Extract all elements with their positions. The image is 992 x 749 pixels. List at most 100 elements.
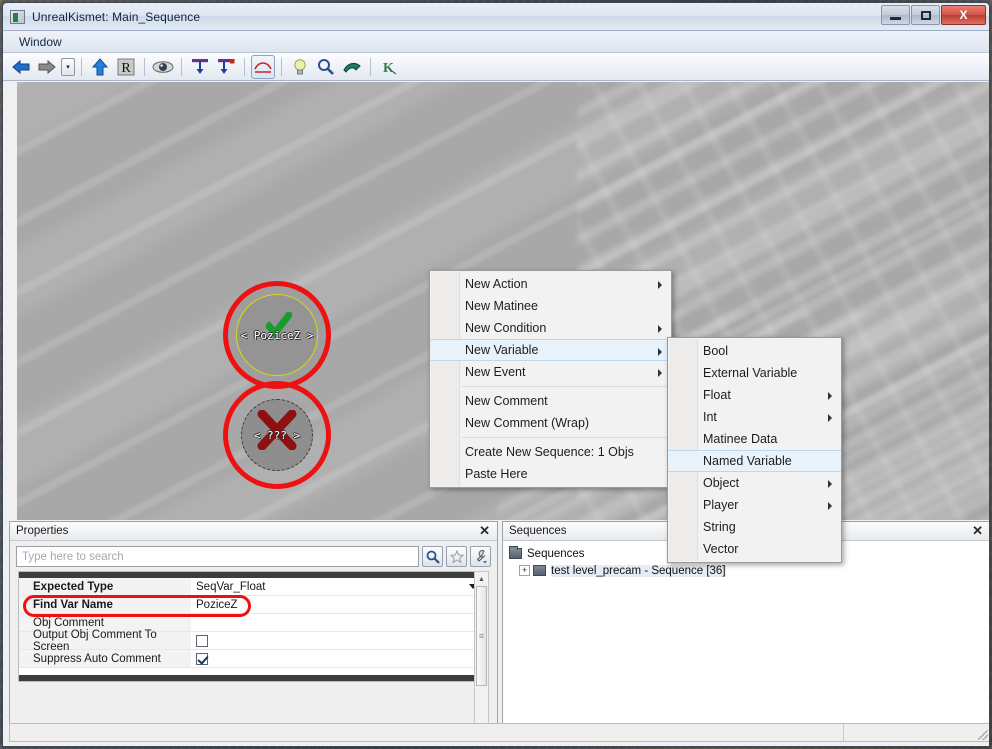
rename-icon[interactable]: R [114, 55, 138, 79]
submenu-item-external-variable[interactable]: External Variable [668, 362, 841, 384]
submenu-item-object[interactable]: Object [668, 472, 841, 494]
properties-panel-close-icon[interactable]: ✕ [476, 523, 493, 539]
menu-item-paste-here[interactable]: Paste Here [430, 463, 671, 485]
menu-item-new-matinee[interactable]: New Matinee [430, 295, 671, 317]
folder-icon [533, 565, 546, 576]
property-grid: Expected Type SeqVar_Float Find Var Name… [18, 571, 484, 682]
sequences-panel-close-icon[interactable]: ✕ [969, 523, 986, 539]
settings-wrench-icon[interactable] [470, 546, 491, 567]
chevron-right-icon [658, 281, 662, 289]
minimize-icon [890, 16, 901, 20]
submenu-item-float[interactable]: Float [668, 384, 841, 406]
show-inputs-icon[interactable] [188, 55, 212, 79]
unreal-kismet-window: UnrealKismet: Main_Sequence X Window ▾ R… [2, 2, 990, 747]
toolbar-separator [81, 57, 82, 76]
submenu-item-int[interactable]: Int [668, 406, 841, 428]
scroll-up-arrow-icon[interactable]: ▲ [475, 572, 488, 586]
menu-item-label: New Condition [465, 321, 547, 335]
menu-item-create-new-sequence[interactable]: Create New Sequence: 1 Objs [430, 441, 671, 463]
menu-item-new-action[interactable]: New Action [430, 273, 671, 295]
property-value[interactable] [191, 632, 483, 649]
submenu-item-vector[interactable]: Vector [668, 538, 841, 560]
menu-separator [462, 386, 669, 387]
resize-grip-icon[interactable] [978, 730, 988, 740]
properties-scrollbar[interactable]: ▲ ▼ [474, 571, 489, 737]
node-label: < PoziceZ > [240, 328, 314, 342]
property-value[interactable] [191, 614, 483, 631]
window-titlebar: UnrealKismet: Main_Sequence X [3, 3, 989, 31]
maximize-button[interactable] [911, 5, 940, 25]
menu-window[interactable]: Window [11, 33, 70, 51]
chevron-right-icon [828, 414, 832, 422]
tree-row-test-level-precam[interactable]: + test level_precam - Sequence [36] [509, 562, 989, 579]
parent-sequence-icon[interactable] [88, 55, 112, 79]
kismet-icon[interactable]: K [377, 55, 401, 79]
property-value[interactable]: SeqVar_Float [191, 578, 483, 595]
properties-panel-caption: Properties ✕ [10, 522, 497, 541]
property-value[interactable] [191, 650, 483, 667]
checkbox-suppress-auto-comment[interactable] [196, 652, 208, 665]
clear-search-icon[interactable] [340, 55, 364, 79]
window-controls: X [881, 5, 986, 25]
menu-item-label: Player [703, 498, 739, 512]
sequences-panel-title: Sequences [509, 525, 567, 537]
history-dropdown-icon[interactable]: ▾ [61, 57, 75, 76]
chevron-right-icon [658, 369, 662, 377]
toolbar: ▾ R K [3, 53, 989, 81]
property-row-expected-type[interactable]: Expected Type SeqVar_Float [19, 578, 483, 596]
menu-item-label: New Comment [465, 394, 548, 408]
submenu-item-named-variable[interactable]: Named Variable [668, 450, 841, 472]
property-row-suppress-auto-comment[interactable]: Suppress Auto Comment [19, 650, 483, 668]
node-named-variable-poziceZ[interactable]: < PoziceZ > [226, 284, 328, 386]
maximize-icon [920, 10, 931, 20]
property-name: Output Obj Comment To Screen [19, 629, 191, 653]
menu-item-label: External Variable [703, 366, 798, 380]
property-value-text: SeqVar_Float [196, 580, 266, 593]
search-icon[interactable] [422, 546, 443, 567]
property-grid-band-bottom [19, 675, 483, 681]
menu-item-new-condition[interactable]: New Condition [430, 317, 671, 339]
menu-item-label: Paste Here [465, 467, 528, 481]
submenu-item-matinee-data[interactable]: Matinee Data [668, 428, 841, 450]
menu-item-label: Float [703, 388, 731, 402]
toolbar-separator [281, 57, 282, 76]
favorites-star-icon[interactable] [446, 546, 467, 567]
properties-search-input[interactable] [16, 546, 419, 567]
menu-item-new-variable[interactable]: New Variable [430, 339, 671, 361]
chevron-right-icon [658, 348, 662, 356]
menu-item-new-comment[interactable]: New Comment [430, 390, 671, 412]
close-button[interactable]: X [941, 5, 986, 25]
property-row-find-var-name[interactable]: Find Var Name PoziceZ [19, 596, 483, 614]
menu-item-label: String [703, 520, 736, 534]
menu-item-new-event[interactable]: New Event [430, 361, 671, 383]
search-icon[interactable] [314, 55, 338, 79]
tree-row-label: test level_precam - Sequence [36] [551, 564, 726, 577]
property-value[interactable]: PoziceZ [191, 596, 483, 613]
menu-item-new-comment-wrap[interactable]: New Comment (Wrap) [430, 412, 671, 434]
forward-icon[interactable] [35, 55, 59, 79]
submenu-item-player[interactable]: Player [668, 494, 841, 516]
minimize-button[interactable] [881, 5, 910, 25]
submenu-item-bool[interactable]: Bool [668, 340, 841, 362]
status-bar-end-cell [844, 724, 989, 741]
menu-item-label: Create New Sequence: 1 Objs [465, 445, 634, 459]
expand-plus-icon[interactable]: + [519, 565, 530, 576]
node-unknown-variable[interactable]: < ??? > [226, 384, 328, 486]
menu-item-label: Vector [703, 542, 739, 556]
back-icon[interactable] [9, 55, 33, 79]
hide-connectors-eye-icon[interactable] [151, 55, 175, 79]
toolbar-separator [244, 57, 245, 76]
app-icon [10, 9, 25, 24]
tree-row-label: Sequences [527, 547, 585, 560]
properties-panel-title: Properties [16, 525, 69, 537]
bulb-icon[interactable] [288, 55, 312, 79]
checkbox-output-obj-comment[interactable] [196, 634, 208, 647]
property-name: Expected Type [19, 578, 191, 595]
scrollbar-thumb[interactable] [476, 586, 487, 686]
show-outputs-icon[interactable] [214, 55, 238, 79]
curved-connections-icon[interactable] [251, 54, 275, 79]
submenu-item-string[interactable]: String [668, 516, 841, 538]
status-bar [9, 723, 989, 742]
property-row-output-obj-comment-to-screen[interactable]: Output Obj Comment To Screen [19, 629, 483, 653]
context-submenu-new-variable: Bool External Variable Float Int Matinee… [667, 337, 842, 563]
